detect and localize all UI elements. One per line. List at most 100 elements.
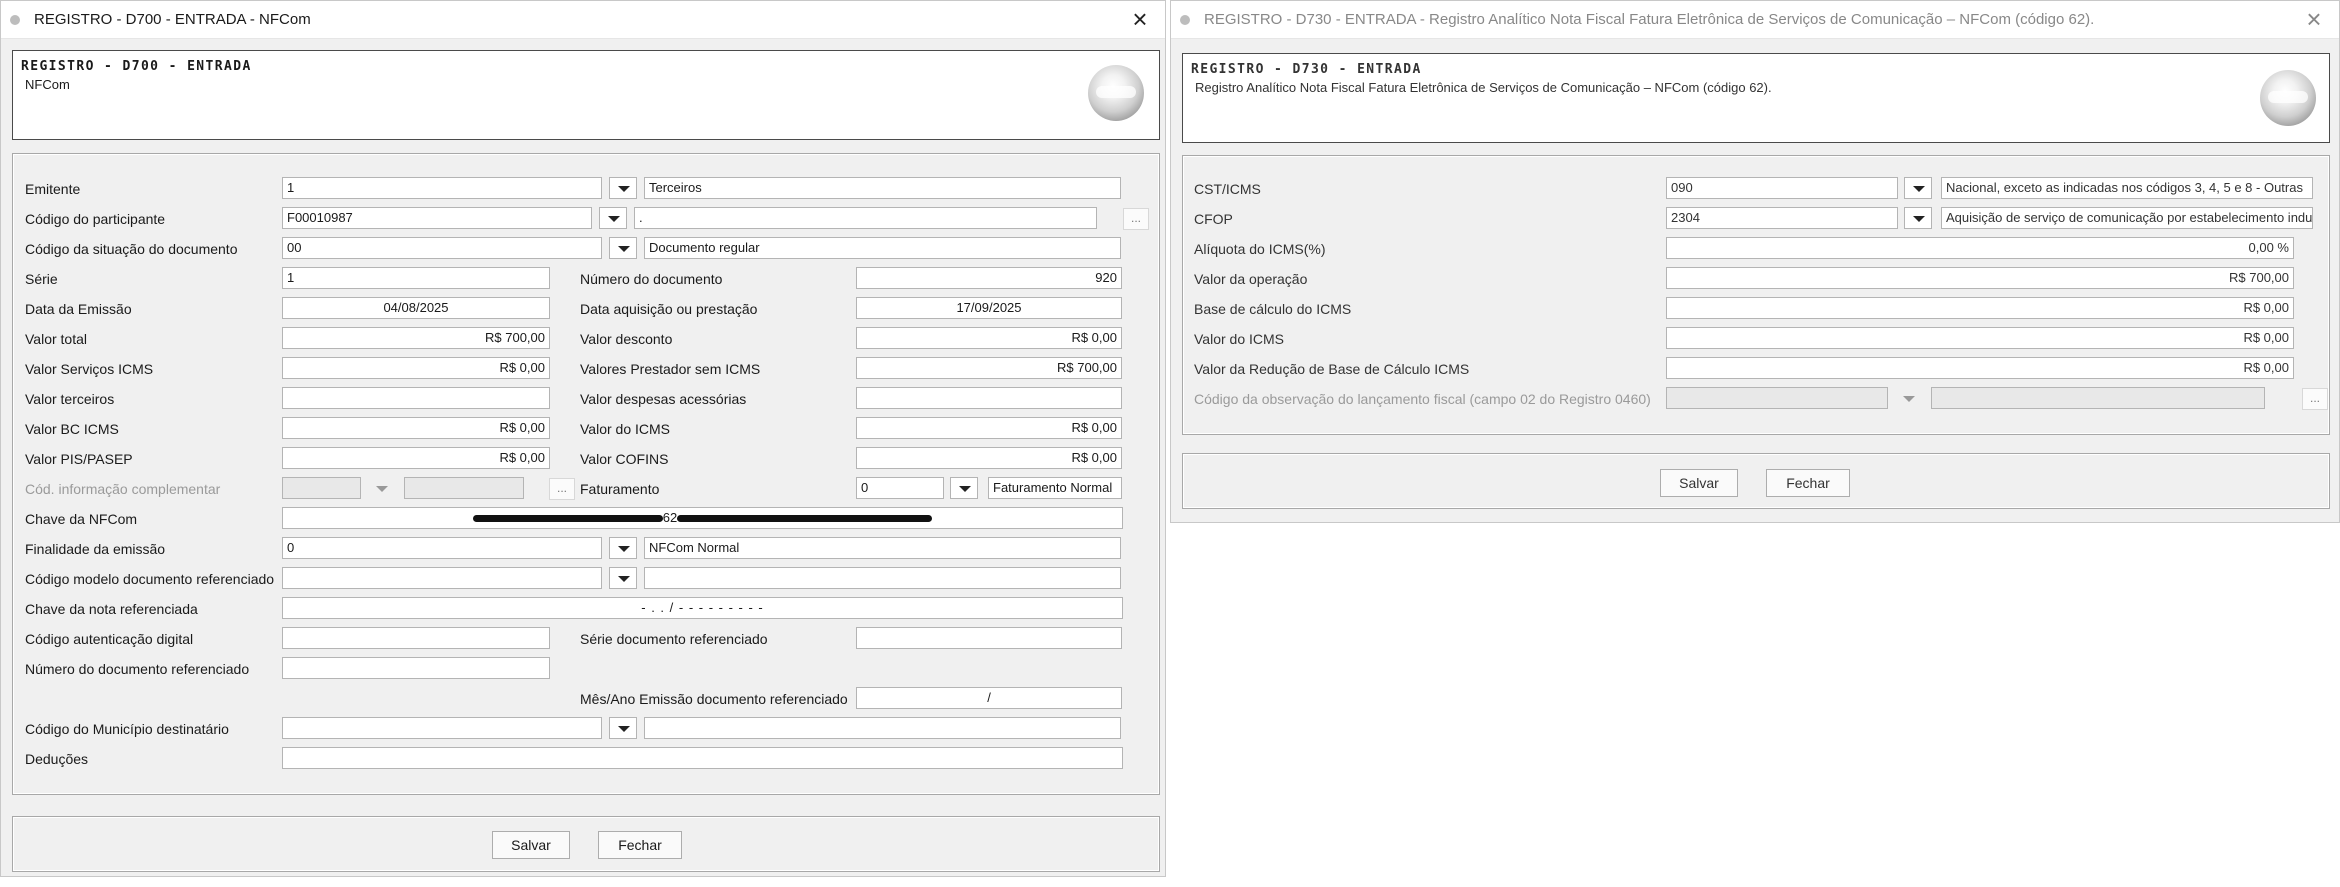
close-icon[interactable]: × xyxy=(1125,3,1155,35)
cst-field[interactable]: 090 xyxy=(1666,177,1898,199)
serie-field[interactable]: 1 xyxy=(282,267,550,289)
serie-ref-field[interactable] xyxy=(856,627,1122,649)
window-d700: REGISTRO - D700 - ENTRADA - NFCom × REGI… xyxy=(0,0,1166,877)
cfop-desc-field: Aquisição de serviço de comunicação por … xyxy=(1941,207,2313,229)
label-serie-ref: Série documento referenciado xyxy=(580,631,768,647)
cod-obs-field xyxy=(1666,387,1888,409)
valor-pis-field[interactable]: R$ 0,00 xyxy=(282,447,550,469)
valor-total-field[interactable]: R$ 700,00 xyxy=(282,327,550,349)
label-valor-despesas: Valor despesas acessórias xyxy=(580,391,747,407)
button-panel xyxy=(1182,453,2330,509)
chave-nfcom-field[interactable]: 62 xyxy=(282,507,1123,529)
label-data-emissao: Data da Emissão xyxy=(25,301,132,317)
button-panel xyxy=(12,816,1160,872)
fechar-button[interactable]: Fechar xyxy=(1766,469,1850,497)
cod-info-field xyxy=(282,477,361,499)
chevron-down-icon[interactable] xyxy=(609,237,637,259)
label-modelo-ref: Código modelo documento referenciado xyxy=(25,571,275,587)
app-icon xyxy=(10,15,20,25)
label-deducoes: Deduções xyxy=(25,751,89,767)
label-valor-icms: Valor do ICMS xyxy=(580,421,670,437)
chevron-down-icon xyxy=(367,477,395,499)
deducoes-field[interactable] xyxy=(282,747,1123,769)
label-valor-bc: Valor BC ICMS xyxy=(25,421,119,437)
valor-terceiros-field[interactable] xyxy=(282,387,550,409)
chevron-down-icon[interactable] xyxy=(599,207,627,229)
fechar-button[interactable]: Fechar xyxy=(598,831,682,859)
cfop-field[interactable]: 2304 xyxy=(1666,207,1898,229)
faturamento-desc-field: Faturamento Normal xyxy=(988,477,1122,499)
salvar-button[interactable]: Salvar xyxy=(492,831,570,859)
label-valor-operacao: Valor da operação xyxy=(1194,271,1308,287)
label-autenticacao: Código autenticação digital xyxy=(25,631,194,647)
cod-info-desc-field xyxy=(404,477,524,499)
label-valor-cofins: Valor COFINS xyxy=(580,451,669,467)
ellipsis-button: ... xyxy=(549,478,575,500)
cod-obs-desc-field xyxy=(1931,387,2265,409)
mes-ano-field[interactable]: / xyxy=(856,687,1122,709)
numero-ref-field[interactable] xyxy=(282,657,550,679)
valor-reducao-field[interactable]: R$ 0,00 xyxy=(1666,357,2294,379)
valor-desconto-field[interactable]: R$ 0,00 xyxy=(856,327,1122,349)
header-panel: REGISTRO - D700 - ENTRADA NFCom xyxy=(12,50,1160,140)
label-situacao: Código da situação do documento xyxy=(25,241,238,257)
situacao-field[interactable]: 00 xyxy=(282,237,602,259)
label-mes-ano: Mês/Ano Emissão documento referenciado xyxy=(580,691,848,707)
label-emitente: Emitente xyxy=(25,181,81,197)
chevron-down-icon[interactable] xyxy=(950,477,978,499)
chevron-down-icon[interactable] xyxy=(609,567,637,589)
header-subtitle: NFCom xyxy=(25,77,70,92)
valores-prestador-field[interactable]: R$ 700,00 xyxy=(856,357,1122,379)
municipio-field[interactable] xyxy=(282,717,602,739)
faturamento-field[interactable]: 0 xyxy=(856,477,944,499)
valor-cofins-field[interactable]: R$ 0,00 xyxy=(856,447,1122,469)
salvar-button[interactable]: Salvar xyxy=(1660,469,1738,497)
chevron-down-icon xyxy=(1894,387,1922,409)
label-chave-ref: Chave da nota referenciada xyxy=(25,601,198,617)
label-valor-icms: Valor do ICMS xyxy=(1194,331,1284,347)
label-cod-info: Cód. informação complementar xyxy=(25,481,221,497)
label-chave: Chave da NFCom xyxy=(25,511,138,527)
valor-icms-field[interactable]: R$ 0,00 xyxy=(856,417,1122,439)
chevron-down-icon[interactable] xyxy=(609,717,637,739)
finalidade-field[interactable]: 0 xyxy=(282,537,602,559)
window-title: REGISTRO - D700 - ENTRADA - NFCom xyxy=(34,11,311,28)
label-faturamento: Faturamento xyxy=(580,481,660,497)
data-aquisicao-field[interactable]: 17/09/2025 xyxy=(856,297,1122,319)
emitente-field[interactable]: 1 xyxy=(282,177,602,199)
valor-despesas-field[interactable] xyxy=(856,387,1122,409)
valor-servicos-field[interactable]: R$ 0,00 xyxy=(282,357,550,379)
chave-ref-field[interactable]: - . . / - - - - - - - - - xyxy=(282,597,1123,619)
header-title: REGISTRO - D730 - ENTRADA xyxy=(1191,62,1422,77)
ellipsis-button[interactable]: ... xyxy=(1123,208,1149,230)
logo-icon xyxy=(1088,65,1144,121)
label-serie: Série xyxy=(25,271,58,287)
autenticacao-field[interactable] xyxy=(282,627,550,649)
municipio-desc-field xyxy=(644,717,1121,739)
label-valor-terceiros: Valor terceiros xyxy=(25,391,115,407)
chevron-down-icon[interactable] xyxy=(1904,177,1932,199)
chevron-down-icon[interactable] xyxy=(609,177,637,199)
valor-bc-field[interactable]: R$ 0,00 xyxy=(282,417,550,439)
situacao-desc-field: Documento regular xyxy=(644,237,1121,259)
close-icon[interactable]: × xyxy=(2299,3,2329,35)
modelo-ref-field[interactable] xyxy=(282,567,602,589)
valor-operacao-field[interactable]: R$ 700,00 xyxy=(1666,267,2294,289)
label-data-aquisicao: Data aquisição ou prestação xyxy=(580,301,758,317)
window-d730: REGISTRO - D730 - ENTRADA - Registro Ana… xyxy=(1170,0,2340,523)
base-calculo-field[interactable]: R$ 0,00 xyxy=(1666,297,2294,319)
numero-field[interactable]: 920 xyxy=(856,267,1122,289)
participante-field[interactable]: F00010987 xyxy=(282,207,592,229)
chave-mid-text: 62 xyxy=(662,510,678,525)
aliquota-field[interactable]: 0,00 % xyxy=(1666,237,2294,259)
label-valor-servicos: Valor Serviços ICMS xyxy=(25,361,154,377)
modelo-ref-desc-field xyxy=(644,567,1121,589)
participante-desc-field: . xyxy=(634,207,1097,229)
emitente-desc-field: Terceiros xyxy=(644,177,1121,199)
chevron-down-icon[interactable] xyxy=(609,537,637,559)
data-emissao-field[interactable]: 04/08/2025 xyxy=(282,297,550,319)
chevron-down-icon[interactable] xyxy=(1904,207,1932,229)
valor-icms-field[interactable]: R$ 0,00 xyxy=(1666,327,2294,349)
label-aliquota: Alíquota do ICMS(%) xyxy=(1194,241,1326,257)
label-valores-prestador: Valores Prestador sem ICMS xyxy=(580,361,761,377)
